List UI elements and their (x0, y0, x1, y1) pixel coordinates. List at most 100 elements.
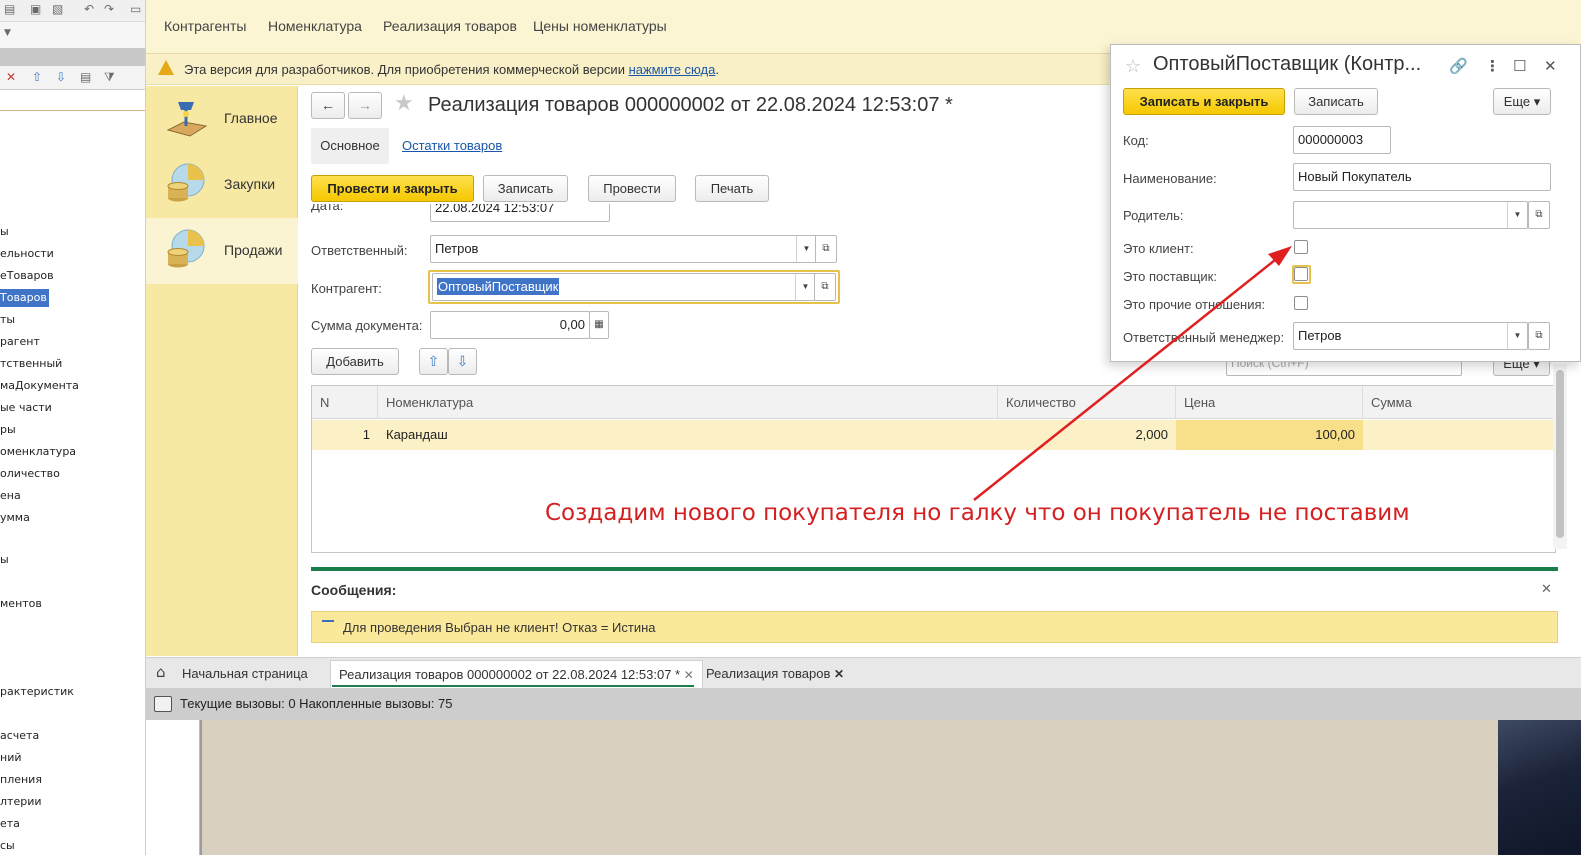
nav-sales[interactable]: Реализация товаров (383, 18, 517, 34)
move-down-icon[interactable]: ⇩ (448, 348, 477, 375)
is-client-checkbox[interactable] (1294, 240, 1308, 254)
scrollbar-thumb[interactable] (1556, 370, 1564, 538)
tab-main[interactable]: Основное (311, 128, 389, 164)
post-and-close-button[interactable]: Провести и закрыть (311, 175, 474, 202)
table-scrollbar[interactable] (1553, 364, 1567, 549)
tab-sales-list[interactable]: Реализация товаров ✕ (698, 660, 852, 688)
filter-icon[interactable]: ⧩ (104, 70, 115, 85)
print-button[interactable]: Печать (695, 175, 769, 202)
tab-current-document[interactable]: Реализация товаров 000000002 от 22.08.20… (330, 660, 703, 688)
print-icon[interactable]: ▣ (30, 2, 41, 16)
tree-item[interactable]: ета (0, 815, 20, 833)
redo-icon[interactable]: ↷ (104, 2, 114, 16)
collapse-icon[interactable] (322, 620, 334, 622)
nav-counterparties[interactable]: Контрагенты (164, 18, 246, 34)
message-item[interactable]: Для проведения Выбран не клиент! Отказ =… (311, 611, 1558, 643)
name-field[interactable]: Новый Покупатель (1293, 163, 1551, 191)
move-up-icon[interactable]: ⇧ (419, 348, 448, 375)
is-other-checkbox[interactable] (1294, 296, 1308, 310)
tree-item[interactable]: ры (0, 421, 16, 439)
counterparty-field[interactable]: ОптовыйПоставщик ▼ (432, 273, 816, 301)
tree-item[interactable]: маДокумента (0, 377, 79, 395)
dropdown-icon[interactable]: ▼ (795, 274, 815, 300)
move-down-icon[interactable]: ⇩ (56, 70, 66, 84)
preview-icon[interactable]: ▧ (52, 2, 63, 16)
save-and-close-button[interactable]: Записать и закрыть (1123, 88, 1285, 115)
dropdown-icon[interactable]: ▼ (1507, 202, 1527, 228)
tree-item[interactable]: ний (0, 749, 22, 767)
link-icon[interactable]: 🔗 (1449, 57, 1468, 75)
sum-field[interactable]: 0,00 (430, 311, 590, 339)
tree-item[interactable]: оличество (0, 465, 60, 483)
forward-button[interactable]: → (348, 92, 382, 119)
tree-item[interactable]: ментов (0, 595, 42, 613)
nav-nomenclature[interactable]: Номенклатура (268, 18, 362, 34)
responsible-field[interactable]: Петров ▼ (430, 235, 817, 263)
code-field[interactable]: 000000003 (1293, 126, 1391, 154)
is-supplier-checkbox[interactable] (1294, 267, 1308, 281)
tree-item[interactable]: сы (0, 837, 15, 855)
open-parent-button[interactable]: ⧉ (1528, 201, 1550, 229)
more-menu-icon[interactable]: ⋮ (1485, 57, 1500, 75)
tree-item[interactable]: ена (0, 487, 21, 505)
tree-item[interactable]: рактеристик (0, 683, 74, 701)
home-icon[interactable]: ⌂ (156, 663, 166, 681)
popup-save-button[interactable]: Записать (1294, 88, 1378, 115)
back-button[interactable]: ← (311, 92, 345, 119)
tree-item[interactable]: тственный (0, 355, 62, 373)
tree-item[interactable]: ы (0, 551, 9, 569)
tab-stock[interactable]: Остатки товаров (402, 138, 502, 153)
dropdown-icon[interactable]: ▼ (1507, 323, 1527, 349)
close-icon[interactable]: ✕ (1544, 57, 1557, 75)
tab-home[interactable]: Начальная страница (174, 660, 316, 688)
tree-item[interactable]: ы (0, 223, 9, 241)
buy-link[interactable]: нажмите сюда (629, 62, 716, 77)
favorite-star-icon[interactable]: ★ (394, 91, 414, 116)
column-header-item[interactable]: Номенклатура (378, 386, 998, 419)
section-purchases[interactable]: Закупки (146, 152, 298, 218)
favorite-star-icon[interactable]: ☆ (1125, 56, 1141, 77)
tree-item[interactable]: оменклатура (0, 443, 76, 461)
date-field[interactable]: 22.08.2024 12:53:07 (430, 204, 610, 222)
open-manager-button[interactable]: ⧉ (1528, 322, 1550, 350)
maximize-icon[interactable]: ☐ (1513, 57, 1526, 75)
tree-item[interactable]: лтерии (0, 793, 42, 811)
section-sales[interactable]: Продажи (146, 218, 298, 284)
tree-item[interactable]: ые части (0, 399, 52, 417)
nav-prices[interactable]: Цены номенклатуры (533, 18, 667, 34)
parent-field[interactable]: ▼ (1293, 201, 1528, 229)
tree-item[interactable]: умма (0, 509, 30, 527)
save-button[interactable]: Записать (483, 175, 568, 202)
close-tab-icon[interactable]: ✕ (684, 668, 694, 682)
column-header-price[interactable]: Цена (1176, 386, 1363, 419)
calculator-icon[interactable]: ▦ (589, 311, 609, 339)
delete-icon[interactable]: ✕ (6, 70, 16, 84)
tree-item[interactable]: рагент (0, 333, 40, 351)
sort-icon[interactable]: ▤ (80, 70, 91, 84)
tree-item[interactable]: еТоваров (0, 267, 54, 285)
close-icon[interactable]: ✕ (1541, 582, 1552, 597)
tree-item[interactable]: асчета (0, 727, 39, 745)
open-responsible-button[interactable]: ⧉ (815, 235, 837, 263)
tree-item[interactable]: ельности (0, 245, 54, 263)
open-counterparty-button[interactable]: ⧉ (814, 273, 836, 301)
section-main[interactable]: Главное (146, 86, 298, 152)
add-row-button[interactable]: Добавить (311, 348, 399, 375)
undo-icon[interactable]: ↶ (84, 2, 94, 16)
tree-item[interactable]: Товаров (0, 289, 49, 307)
new-doc-icon[interactable]: ▤ (4, 2, 15, 16)
tree-item[interactable]: пления (0, 771, 42, 789)
move-up-icon[interactable]: ⇧ (32, 70, 42, 84)
tree-item[interactable]: ты (0, 311, 15, 329)
post-button[interactable]: Провести (588, 175, 676, 202)
window-icon[interactable]: ▭ (130, 2, 141, 16)
close-tab-icon[interactable]: ✕ (834, 667, 844, 681)
calls-monitor-icon[interactable] (154, 696, 172, 712)
column-header-sum[interactable]: Сумма (1363, 386, 1555, 419)
column-header-n[interactable]: N (312, 386, 378, 419)
table-row[interactable]: 1 Карандаш 2,000 100,00 (312, 420, 1555, 450)
column-header-qty[interactable]: Количество (998, 386, 1176, 419)
manager-field[interactable]: Петров ▼ (1293, 322, 1528, 350)
popup-more-button[interactable]: Еще ▾ (1493, 88, 1551, 115)
dropdown-icon[interactable]: ▼ (796, 236, 816, 262)
